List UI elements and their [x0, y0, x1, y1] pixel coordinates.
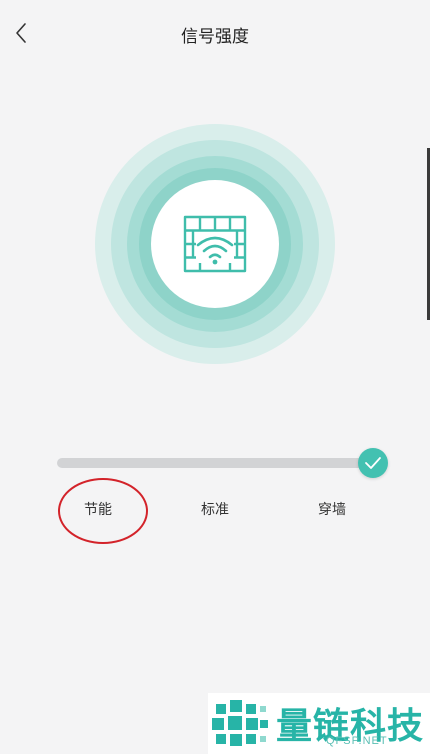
- router-badge: [151, 180, 279, 308]
- watermark: 量链科技 QFSP.NET: [208, 693, 430, 754]
- check-icon: [365, 457, 381, 469]
- header: 信号强度: [0, 0, 430, 66]
- level-option-standard[interactable]: 标准: [175, 499, 255, 519]
- watermark-logo-icon: [212, 700, 268, 746]
- page-title: 信号强度: [181, 27, 249, 46]
- router-wifi-icon: [183, 215, 247, 273]
- slider-thumb[interactable]: [358, 448, 388, 478]
- signal-strength-slider[interactable]: [55, 446, 390, 482]
- slider-track[interactable]: [57, 458, 373, 468]
- signal-strength-graphic: [95, 124, 335, 364]
- level-option-wall-penetration[interactable]: 穿墙: [292, 499, 372, 519]
- red-annotation-circle: [58, 478, 148, 544]
- watermark-url: QFSP.NET: [326, 735, 388, 747]
